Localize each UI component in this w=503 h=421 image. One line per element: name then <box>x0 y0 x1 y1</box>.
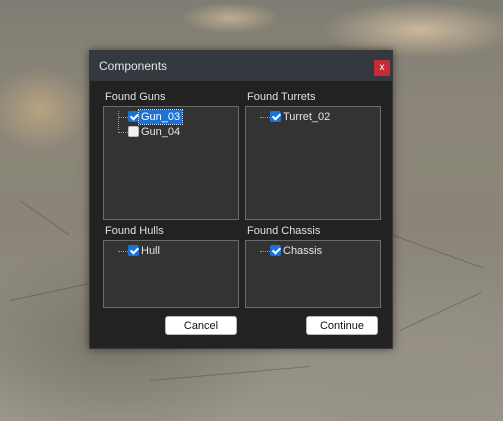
title-bar[interactable]: Components x <box>90 51 392 81</box>
hull-label[interactable]: Hull <box>139 244 162 258</box>
guns-group-label: Found Guns <box>105 91 166 103</box>
continue-button[interactable]: Continue <box>306 316 378 335</box>
hulls-group-label: Found Hulls <box>105 225 164 237</box>
ground-crack <box>379 230 484 269</box>
hulls-tree[interactable]: Hull <box>103 240 239 308</box>
guns-tree[interactable]: Gun_03 Gun_04 <box>103 106 239 220</box>
turret-02-label[interactable]: Turret_02 <box>281 110 332 124</box>
tree-item-gun-04[interactable]: Gun_04 <box>104 125 234 139</box>
ground-crack <box>399 292 482 331</box>
chassis-checkbox[interactable] <box>270 245 281 256</box>
tree-item-chassis[interactable]: Chassis <box>246 244 376 258</box>
close-button[interactable]: x <box>374 60 390 76</box>
chassis-label[interactable]: Chassis <box>281 244 324 258</box>
tree-item-gun-03[interactable]: Gun_03 <box>104 109 234 125</box>
gun-03-checkbox[interactable] <box>128 111 139 122</box>
chassis-tree[interactable]: Chassis <box>245 240 381 308</box>
gun-04-checkbox[interactable] <box>128 126 139 137</box>
hull-checkbox[interactable] <box>128 245 139 256</box>
gun-04-label[interactable]: Gun_04 <box>139 125 182 139</box>
ground-crack <box>149 366 310 381</box>
turrets-group-label: Found Turrets <box>247 91 316 103</box>
components-dialog: Components x Found Guns Gun_03 Gun_04 Fo… <box>89 50 393 349</box>
gun-03-label[interactable]: Gun_03 <box>137 109 184 125</box>
turret-02-checkbox[interactable] <box>270 111 281 122</box>
ground-crack <box>19 200 70 236</box>
tree-item-hull[interactable]: Hull <box>104 244 234 258</box>
dialog-title: Components <box>99 59 168 73</box>
cancel-button[interactable]: Cancel <box>165 316 237 335</box>
tree-item-turret-02[interactable]: Turret_02 <box>246 110 376 124</box>
chassis-group-label: Found Chassis <box>247 225 321 237</box>
turrets-tree[interactable]: Turret_02 <box>245 106 381 220</box>
